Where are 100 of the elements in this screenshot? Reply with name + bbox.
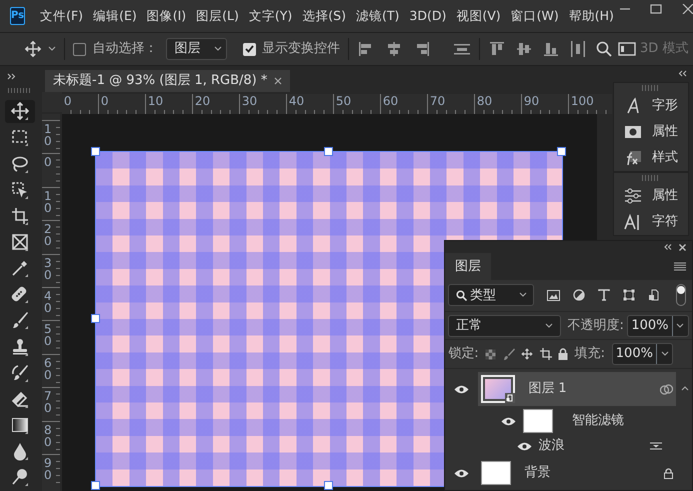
type-filter-icon[interactable] bbox=[598, 289, 610, 302]
close-icon[interactable] bbox=[678, 244, 686, 251]
filter-options-icon[interactable] bbox=[650, 441, 662, 451]
layer-thumbnail bbox=[481, 461, 512, 485]
image-filter-icon[interactable] bbox=[547, 290, 560, 301]
transform-handle[interactable] bbox=[91, 147, 100, 156]
ruler-label: 20 bbox=[44, 223, 52, 248]
transform-handle[interactable] bbox=[91, 314, 100, 323]
smart-object-icon bbox=[505, 393, 516, 403]
menu-item[interactable]: 文件(F) bbox=[35, 6, 88, 26]
document-tab[interactable]: 未标题-1 @ 93% (图层 1, RGB/8) * bbox=[45, 70, 290, 92]
menu-item[interactable]: 滤镜(T) bbox=[350, 6, 404, 26]
ruler-label: 100 bbox=[570, 94, 594, 108]
align-bottom-icon[interactable] bbox=[542, 40, 560, 58]
align-middle-icon[interactable] bbox=[515, 40, 533, 58]
menu-item[interactable]: 视图(V) bbox=[451, 6, 506, 26]
filter-mask-thumbnail bbox=[522, 409, 552, 433]
eye-icon[interactable] bbox=[454, 384, 469, 394]
screen-mode-icon[interactable] bbox=[618, 42, 636, 56]
filter-name[interactable]: 波浪 bbox=[538, 436, 564, 456]
smart-object-filter-icon[interactable] bbox=[648, 289, 660, 302]
collapse-icon[interactable] bbox=[664, 244, 672, 250]
distribute-columns-icon[interactable] bbox=[569, 40, 587, 58]
caret-icon bbox=[214, 46, 222, 52]
eye-icon[interactable] bbox=[454, 468, 469, 478]
type-cursor-icon bbox=[624, 213, 642, 231]
panel-button[interactable]: 样式 bbox=[614, 145, 688, 171]
align-top-icon[interactable] bbox=[488, 40, 506, 58]
caret-icon bbox=[660, 351, 669, 358]
eyedropper-icon bbox=[10, 258, 30, 278]
fill-field[interactable]: 100% bbox=[612, 343, 674, 366]
transform-handle[interactable] bbox=[91, 481, 100, 490]
layer-select[interactable]: 图层 bbox=[166, 38, 226, 60]
transform-handle[interactable] bbox=[324, 481, 333, 490]
expand-icon[interactable] bbox=[6, 72, 16, 80]
layer-name: 图层 1 bbox=[528, 380, 567, 398]
move-icon[interactable] bbox=[24, 40, 42, 58]
panel-button[interactable]: 属性 bbox=[614, 119, 688, 145]
transform-handle[interactable] bbox=[557, 147, 566, 156]
caret-up-icon[interactable] bbox=[681, 386, 689, 391]
shape-filter-icon[interactable] bbox=[623, 289, 636, 302]
ruler-label: 90 bbox=[44, 456, 52, 481]
blend-mode-select[interactable]: 正常 bbox=[448, 314, 561, 337]
tool-button[interactable] bbox=[5, 100, 35, 123]
menu-item[interactable]: 图层(L) bbox=[191, 6, 244, 26]
opacity-field[interactable]: 100% bbox=[627, 314, 689, 337]
frame-icon bbox=[10, 232, 30, 252]
panel-button[interactable]: 字符 bbox=[614, 209, 688, 235]
ruler-label: 10 bbox=[44, 190, 52, 214]
close-icon[interactable] bbox=[274, 77, 282, 85]
move-icon[interactable] bbox=[521, 348, 534, 360]
menu-item[interactable]: 3D(D) bbox=[404, 6, 452, 26]
menu-item[interactable]: 帮助(H) bbox=[564, 6, 619, 26]
ruler-label: 10 bbox=[148, 94, 164, 108]
layer-row[interactable]: 背景 bbox=[478, 456, 676, 490]
search-icon[interactable] bbox=[596, 41, 612, 57]
lock-icon[interactable] bbox=[558, 348, 568, 360]
object-select-icon bbox=[10, 180, 30, 200]
menu-item[interactable]: 窗口(W) bbox=[506, 6, 564, 26]
menu-icon[interactable] bbox=[674, 262, 686, 272]
check-icon bbox=[244, 45, 254, 53]
close-icon[interactable] bbox=[682, 4, 693, 14]
lock-transparency-icon[interactable] bbox=[485, 348, 496, 360]
layer-name[interactable]: 智能滤镜 bbox=[572, 411, 624, 431]
align-center-icon[interactable] bbox=[385, 40, 403, 58]
lock-label: 锁定: bbox=[448, 345, 479, 364]
collapse-icon[interactable] bbox=[678, 70, 686, 77]
adjustment-filter-icon[interactable] bbox=[573, 289, 586, 302]
checkbox[interactable] bbox=[73, 42, 86, 56]
fx-icon bbox=[624, 149, 642, 167]
brush-icon[interactable] bbox=[502, 348, 515, 360]
ruler-label: 60 bbox=[44, 356, 52, 381]
move-tool-icon bbox=[10, 101, 30, 122]
artboard-icon[interactable] bbox=[540, 348, 552, 360]
menu-item[interactable]: 选择(S) bbox=[297, 6, 351, 26]
eye-icon[interactable] bbox=[501, 416, 516, 426]
ruler-label: 20 bbox=[194, 94, 210, 108]
filter-toggle[interactable] bbox=[676, 284, 686, 306]
transform-handle[interactable] bbox=[324, 147, 333, 156]
smart-filter-icon bbox=[660, 384, 673, 394]
panel-button[interactable]: 字形 bbox=[614, 93, 688, 119]
ruler-label: 50 bbox=[336, 94, 352, 108]
brush-icon bbox=[10, 310, 30, 330]
ruler-label: 70 bbox=[44, 390, 52, 414]
checkbox-label: 自动选择： bbox=[92, 40, 158, 58]
caret-icon bbox=[545, 322, 554, 329]
maximize-icon[interactable] bbox=[650, 4, 662, 14]
dodge-icon bbox=[10, 467, 30, 488]
ruler-label: 30 bbox=[242, 94, 258, 108]
caret-icon[interactable] bbox=[48, 46, 56, 52]
menu-item[interactable]: 编辑(E) bbox=[88, 6, 142, 26]
eye-icon[interactable] bbox=[517, 442, 532, 450]
layer-name: 背景 bbox=[524, 464, 550, 482]
bandage-icon bbox=[10, 284, 30, 304]
menu-item[interactable]: 文字(Y) bbox=[244, 6, 298, 26]
panel-button[interactable]: 属性 bbox=[614, 183, 688, 209]
ruler-label: 10 bbox=[44, 123, 52, 147]
filter-select[interactable]: 类型 bbox=[448, 284, 534, 306]
menu-item[interactable]: 图像(I) bbox=[142, 6, 192, 26]
layers-tab[interactable]: 图层 bbox=[445, 253, 491, 280]
